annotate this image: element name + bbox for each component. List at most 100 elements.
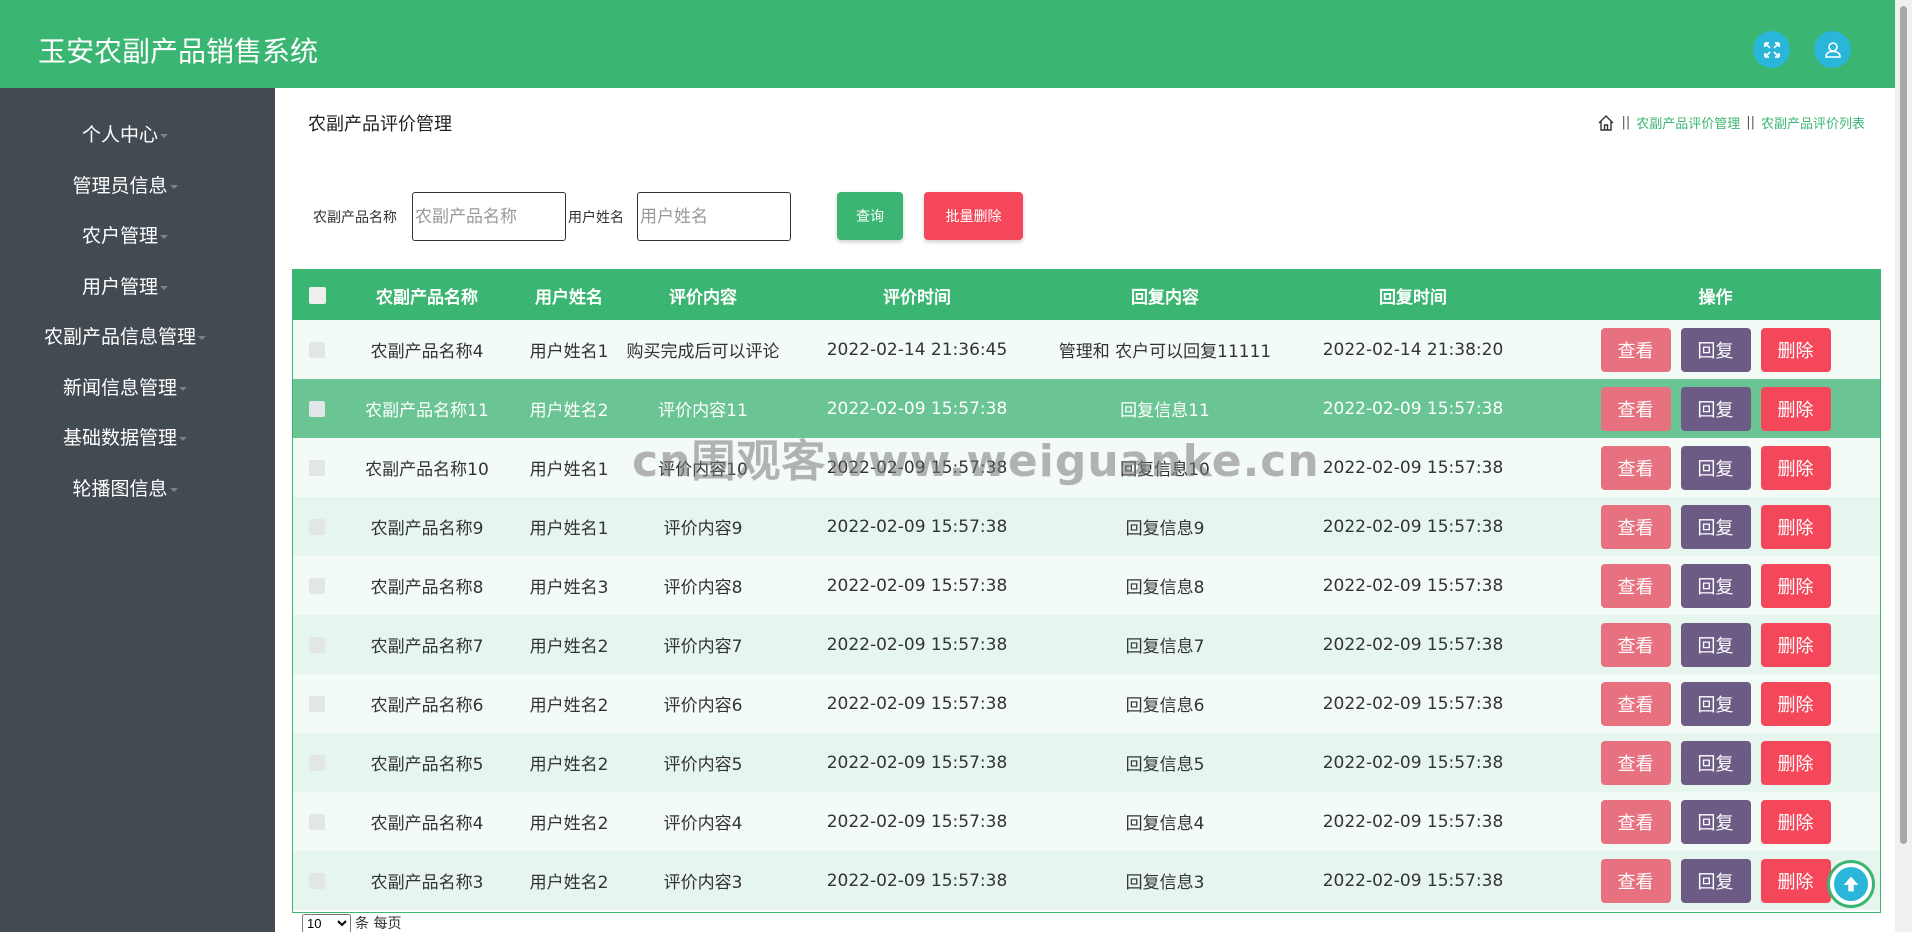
view-button[interactable]: 查看: [1600, 858, 1671, 903]
sidebar-item-basic-data[interactable]: 基础数据管理: [0, 423, 250, 450]
fullscreen-button[interactable]: [1753, 31, 1790, 68]
reply-time-cell: 2022-02-09 15:57:38: [1322, 752, 1504, 773]
view-button[interactable]: 查看: [1600, 622, 1671, 667]
view-button[interactable]: 查看: [1600, 327, 1671, 372]
actions-cell: 查看 回复 删除: [1549, 556, 1880, 615]
review-time-cell: 2022-02-09 15:57:38: [826, 870, 1008, 891]
table-row[interactable]: 农副产品名称8 用户姓名3 评价内容8 2022-02-09 15:57:38 回复信息…: [293, 556, 1880, 615]
reply-button[interactable]: 回复: [1680, 563, 1751, 608]
user-name-input[interactable]: [637, 192, 791, 241]
sidebar-item-carousel[interactable]: 轮播图信息: [0, 474, 250, 501]
product-name-input[interactable]: [412, 192, 566, 241]
reply-content-cell: 回复信息8: [1125, 578, 1205, 598]
user-name-cell: 用户姓名1: [529, 460, 609, 480]
table-row[interactable]: 农副产品名称9 用户姓名1 评价内容9 2022-02-09 15:57:38 回复信息…: [293, 497, 1880, 556]
view-button[interactable]: 查看: [1600, 445, 1671, 490]
reply-button[interactable]: 回复: [1680, 681, 1751, 726]
view-button[interactable]: 查看: [1600, 386, 1671, 431]
table-row[interactable]: 农副产品名称7 用户姓名2 评价内容7 2022-02-09 15:57:38 回复信息…: [293, 615, 1880, 674]
sidebar-item-farmer-management[interactable]: 农户管理: [0, 221, 250, 248]
user-button[interactable]: [1814, 31, 1851, 68]
reply-button[interactable]: 回复: [1680, 740, 1751, 785]
column-header: 操作: [1698, 287, 1733, 308]
delete-button[interactable]: 删除: [1760, 799, 1831, 844]
batch-delete-button[interactable]: 批量删除: [924, 192, 1023, 240]
scrollbar-thumb[interactable]: [1900, 6, 1907, 844]
reply-content-cell: 回复信息7: [1125, 637, 1205, 657]
delete-button[interactable]: 删除: [1760, 327, 1831, 372]
row-checkbox[interactable]: [309, 754, 325, 771]
reply-time-cell: 2022-02-09 15:57:38: [1322, 811, 1504, 832]
caret-down-icon: [160, 285, 168, 290]
reply-button[interactable]: 回复: [1680, 327, 1751, 372]
column-header[interactable]: 回复内容: [1053, 270, 1277, 320]
reply-content-cell: 回复信息3: [1125, 873, 1205, 893]
page-scrollbar[interactable]: [1895, 0, 1912, 932]
delete-button[interactable]: 删除: [1760, 563, 1831, 608]
select-all-checkbox[interactable]: [308, 286, 326, 304]
table-row[interactable]: 农副产品名称4 用户姓名2 评价内容4 2022-02-09 15:57:38 回复信息…: [293, 792, 1880, 851]
row-checkbox[interactable]: [309, 341, 325, 358]
table-row[interactable]: 农副产品名称3 用户姓名2 评价内容3 2022-02-09 15:57:38 回复信息…: [293, 851, 1880, 910]
reply-button[interactable]: 回复: [1680, 445, 1751, 490]
sidebar-item-label: 用户管理: [81, 276, 158, 298]
row-checkbox[interactable]: [309, 636, 325, 653]
back-to-top-button[interactable]: [1827, 860, 1875, 908]
delete-button[interactable]: 删除: [1760, 504, 1831, 549]
row-checkbox[interactable]: [309, 695, 325, 712]
delete-button[interactable]: 删除: [1760, 386, 1831, 431]
reply-button[interactable]: 回复: [1680, 504, 1751, 549]
row-checkbox[interactable]: [309, 813, 325, 830]
review-time-cell: 2022-02-14 21:36:45: [826, 339, 1008, 360]
row-checkbox[interactable]: [309, 577, 325, 594]
query-button[interactable]: 查询: [837, 192, 903, 240]
sidebar-item-personal-center[interactable]: 个人中心: [0, 120, 250, 147]
delete-button[interactable]: 删除: [1760, 681, 1831, 726]
view-button[interactable]: 查看: [1600, 740, 1671, 785]
view-button[interactable]: 查看: [1600, 563, 1671, 608]
caret-down-icon: [179, 436, 187, 441]
review-time-cell: 2022-02-09 15:57:38: [826, 575, 1008, 596]
sidebar-item-label: 轮播图信息: [72, 478, 168, 500]
column-header[interactable]: 回复时间: [1277, 270, 1549, 320]
row-checkbox[interactable]: [309, 872, 325, 889]
reply-button[interactable]: 回复: [1680, 799, 1751, 844]
breadcrumb-item[interactable]: 农副产品评价列表: [1761, 113, 1865, 132]
reply-button[interactable]: 回复: [1680, 622, 1751, 667]
actions-cell: 查看 回复 删除: [1549, 379, 1880, 438]
table-row[interactable]: 农副产品名称4 用户姓名1 购买完成后可以评论 2022-02-14 21:36:45…: [293, 320, 1880, 379]
product-name-cell: 农副产品名称3: [370, 873, 484, 893]
column-header[interactable]: 评价内容: [625, 270, 781, 320]
home-icon[interactable]: [1597, 114, 1615, 132]
sidebar-item-news-info[interactable]: 新闻信息管理: [0, 373, 250, 400]
sidebar-item-admin-info[interactable]: 管理员信息: [0, 171, 250, 198]
column-header[interactable]: 评价时间: [781, 270, 1053, 320]
row-checkbox[interactable]: [309, 400, 325, 417]
pagination: 10 条 每页: [302, 913, 401, 932]
breadcrumb-item[interactable]: 农副产品评价管理: [1636, 113, 1740, 132]
sidebar-item-user-management[interactable]: 用户管理: [0, 272, 250, 299]
delete-button[interactable]: 删除: [1760, 445, 1831, 490]
caret-down-icon: [160, 234, 168, 239]
row-checkbox[interactable]: [309, 459, 325, 476]
column-header[interactable]: 农副产品名称: [341, 270, 513, 320]
reply-time-cell: 2022-02-09 15:57:38: [1322, 693, 1504, 714]
view-button[interactable]: 查看: [1600, 799, 1671, 844]
product-name-cell: 农副产品名称8: [370, 578, 484, 598]
delete-button[interactable]: 删除: [1760, 740, 1831, 785]
sidebar-item-label: 农副产品信息管理: [43, 326, 196, 348]
row-checkbox[interactable]: [309, 518, 325, 535]
table-row[interactable]: 农副产品名称5 用户姓名2 评价内容5 2022-02-09 15:57:38 回复信息…: [293, 733, 1880, 792]
table-row[interactable]: 农副产品名称6 用户姓名2 评价内容6 2022-02-09 15:57:38 回复信息…: [293, 674, 1880, 733]
delete-button[interactable]: 删除: [1760, 858, 1831, 903]
review-content-cell: 评价内容5: [663, 755, 743, 775]
page-size-select[interactable]: 10: [302, 913, 351, 932]
view-button[interactable]: 查看: [1600, 504, 1671, 549]
sidebar-item-product-info[interactable]: 农副产品信息管理: [0, 322, 250, 349]
column-header[interactable]: 用户姓名: [513, 270, 625, 320]
view-button[interactable]: 查看: [1600, 681, 1671, 726]
reply-button[interactable]: 回复: [1680, 858, 1751, 903]
delete-button[interactable]: 删除: [1760, 622, 1831, 667]
reply-button[interactable]: 回复: [1680, 386, 1751, 431]
caret-down-icon: [198, 335, 206, 340]
